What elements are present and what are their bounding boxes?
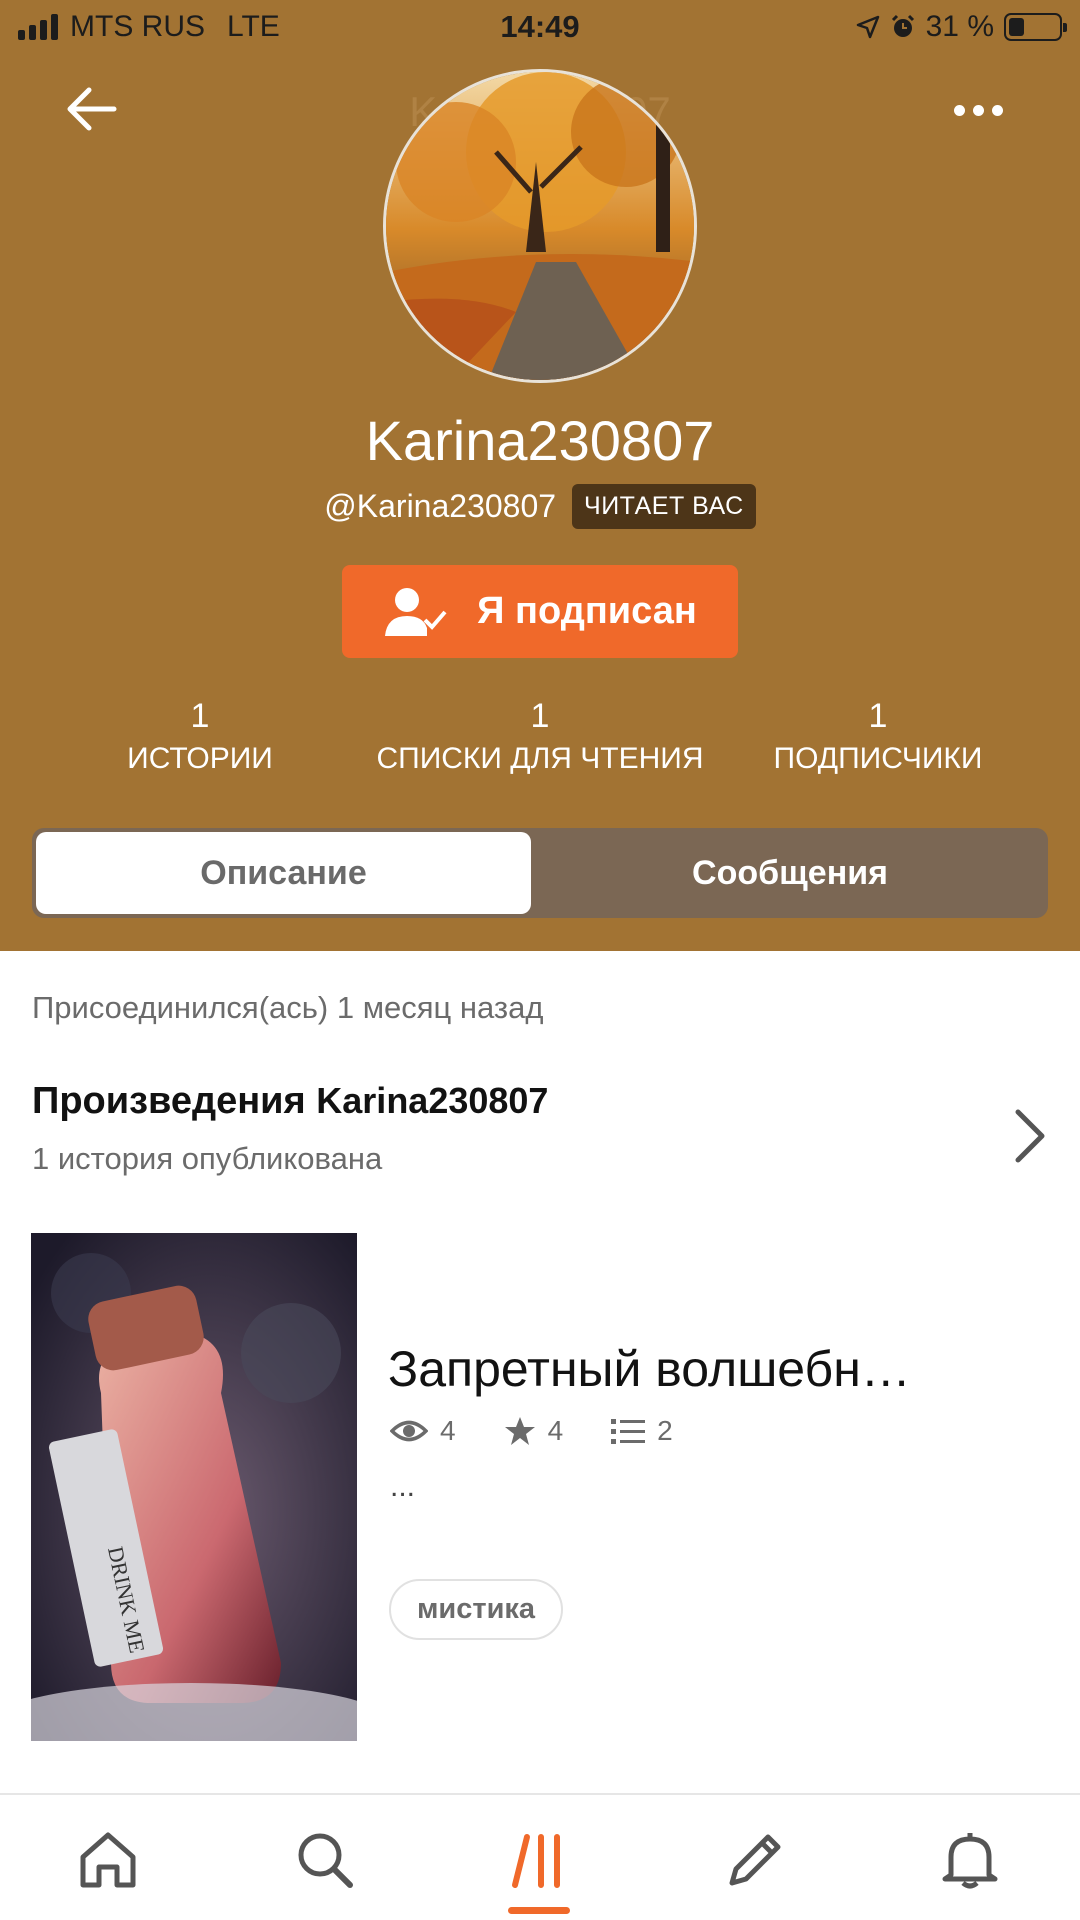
story-title[interactable]: Запретный волшебн… <box>388 1340 911 1398</box>
works-title: Произведения Karina230807 <box>32 1080 1052 1123</box>
handle-row: @Karina230807 ЧИТАЕТ ВАС <box>0 484 1080 529</box>
chevron-right-icon <box>1015 1109 1045 1163</box>
more-icon <box>954 104 965 116</box>
story-cover[interactable]: DRINK ME <box>31 1233 357 1741</box>
nav-write[interactable] <box>720 1825 790 1895</box>
home-icon <box>80 1832 136 1888</box>
library-icon <box>512 1834 560 1888</box>
nav-library[interactable] <box>505 1825 575 1895</box>
follows-you-badge: ЧИТАЕТ ВАС <box>572 484 756 529</box>
alarm-icon <box>891 14 914 37</box>
stat-label: СПИСКИ ДЛЯ ЧТЕНИЯ <box>376 742 704 775</box>
search-icon <box>298 1833 353 1888</box>
nav-home[interactable] <box>73 1825 143 1895</box>
follow-button[interactable]: Я подписан <box>342 565 738 658</box>
profile-tabs: Описание Сообщения <box>32 828 1048 918</box>
star-icon <box>504 1417 535 1445</box>
battery-icon <box>1004 13 1067 41</box>
nav-search[interactable] <box>290 1825 360 1895</box>
tab-description[interactable]: Описание <box>36 832 531 914</box>
stat-reading-lists[interactable]: 1 СПИСКИ ДЛЯ ЧТЕНИЯ <box>350 696 730 776</box>
avatar[interactable] <box>383 69 697 383</box>
tab-messages[interactable]: Сообщения <box>540 832 1040 914</box>
pencil-icon <box>729 1834 781 1886</box>
status-bar: MTS RUS LTE 14:49 31 % <box>0 0 1080 56</box>
profile-stats: 1 ИСТОРИИ 1 СПИСКИ ДЛЯ ЧТЕНИЯ 1 ПОДПИСЧИ… <box>0 696 1080 786</box>
joined-date: Присоединился(ась) 1 месяц назад <box>32 990 544 1025</box>
battery-percent: 31 % <box>925 10 994 43</box>
eye-icon <box>390 1420 428 1442</box>
story-votes: 4 <box>547 1415 564 1446</box>
works-section-link[interactable]: Произведения Karina230807 1 история опуб… <box>32 1080 1052 1190</box>
stat-followers[interactable]: 1 ПОДПИСЧИКИ <box>748 696 1008 776</box>
bottom-nav <box>0 1793 1080 1920</box>
back-arrow-icon <box>67 87 117 131</box>
works-author: Karina230807 <box>316 1080 549 1121</box>
bell-icon <box>942 1833 998 1889</box>
user-check-icon <box>385 587 447 636</box>
story-parts: 2 <box>657 1415 673 1446</box>
stat-stories[interactable]: 1 ИСТОРИИ <box>90 696 310 776</box>
stat-value: 1 <box>530 697 550 735</box>
nav-notifications[interactable] <box>935 1825 1005 1895</box>
follow-button-label: Я подписан <box>477 590 697 632</box>
user-handle: @Karina230807 <box>324 488 557 524</box>
works-count: 1 история опубликована <box>32 1141 383 1176</box>
stat-label: ИСТОРИИ <box>127 742 273 775</box>
profile-header: MTS RUS LTE 14:49 31 % Karina230807 @Kar… <box>0 0 1080 951</box>
back-button[interactable] <box>62 80 122 140</box>
username: Karina230807 <box>365 409 715 472</box>
location-icon <box>856 15 879 39</box>
more-button[interactable] <box>954 90 1024 130</box>
stat-label: ПОДПИСЧИКИ <box>773 742 983 775</box>
story-meta: 4 4 2 <box>390 1415 707 1447</box>
works-heading: Произведения <box>32 1080 306 1122</box>
stat-value: 1 <box>868 697 888 735</box>
stat-value: 1 <box>190 697 210 735</box>
list-icon <box>611 1419 646 1444</box>
story-tag[interactable]: мистика <box>389 1579 563 1640</box>
story-description: ... <box>390 1470 416 1503</box>
story-views: 4 <box>440 1415 456 1446</box>
nav-active-indicator <box>508 1907 570 1914</box>
